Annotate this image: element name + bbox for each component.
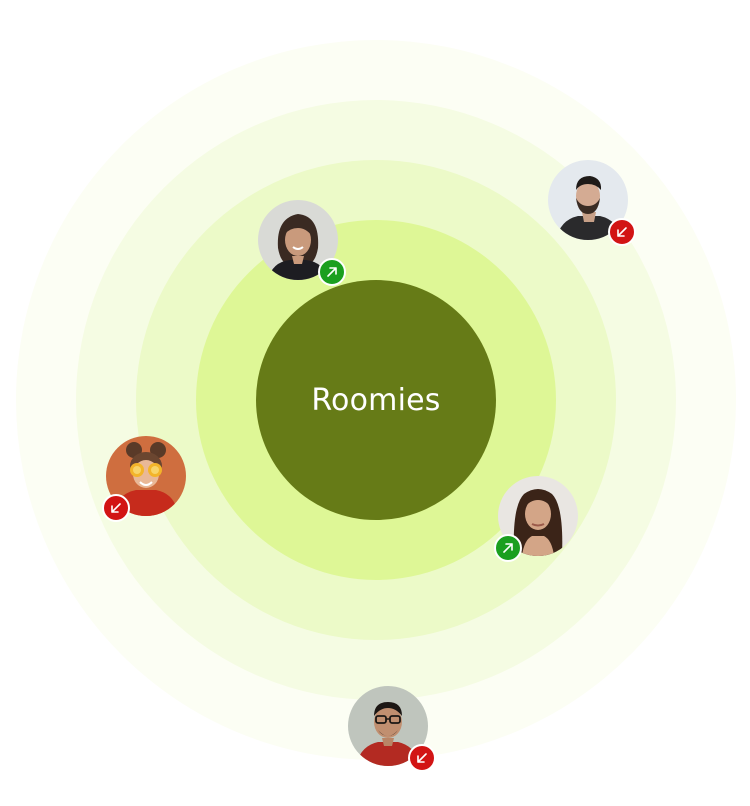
arrow-down-left-icon <box>417 753 427 763</box>
relationship-radar: Roomies <box>0 0 750 806</box>
member-avatar-4[interactable] <box>494 476 578 562</box>
trend-up-badge <box>494 534 522 562</box>
member-avatar-2[interactable] <box>548 160 636 246</box>
arrow-down-left-icon <box>111 503 121 513</box>
arrow-up-right-icon <box>503 543 513 553</box>
member-avatar-3[interactable] <box>102 436 186 522</box>
member-avatar-1[interactable] <box>258 200 346 286</box>
group-name: Roomies <box>311 382 441 418</box>
member-avatar-5[interactable] <box>348 686 436 772</box>
arrow-down-left-icon <box>617 227 627 237</box>
trend-down-badge <box>608 218 636 246</box>
trend-up-badge <box>318 258 346 286</box>
group-core[interactable]: Roomies <box>256 280 496 520</box>
trend-down-badge <box>102 494 130 522</box>
trend-down-badge <box>408 744 436 772</box>
arrow-up-right-icon <box>327 267 337 277</box>
